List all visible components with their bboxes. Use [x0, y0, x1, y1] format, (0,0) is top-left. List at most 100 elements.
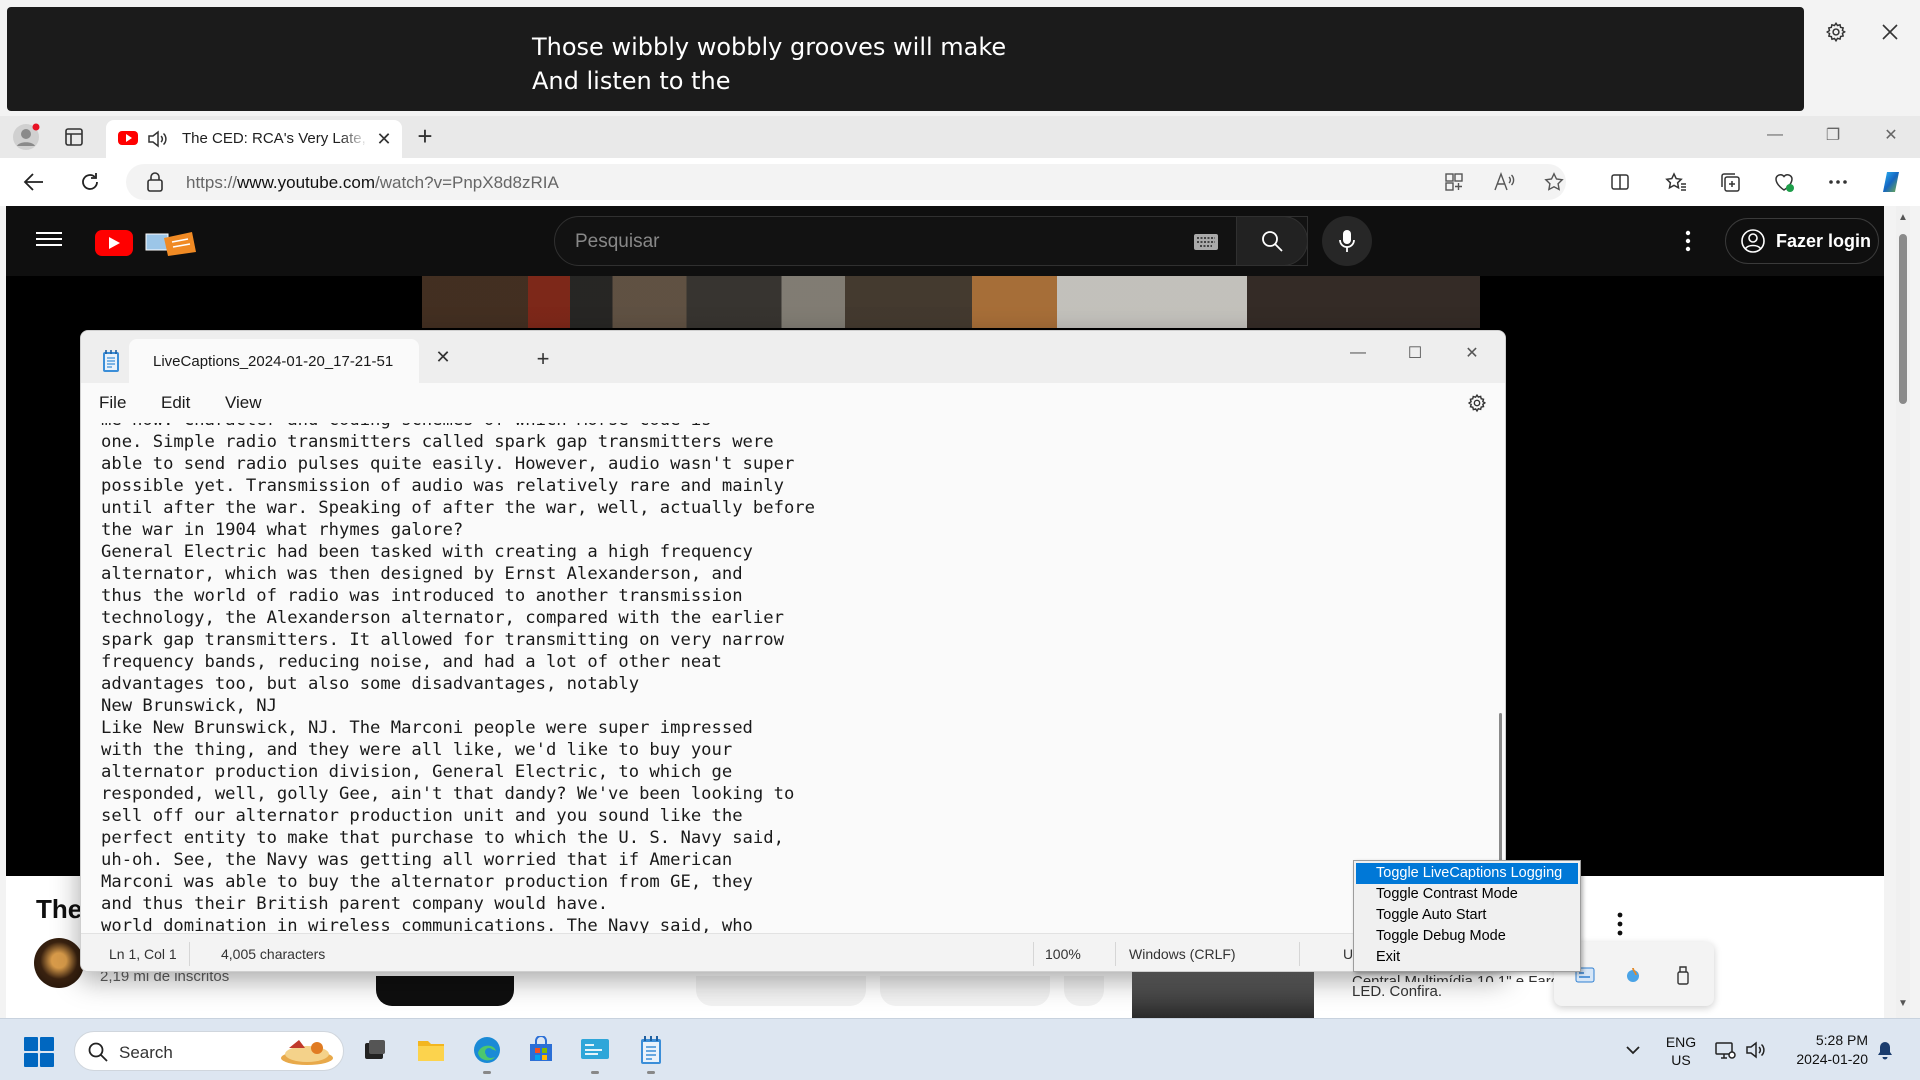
tab-actions-icon[interactable]	[60, 123, 88, 151]
text-line: perfect entity to make that purchase to …	[101, 828, 784, 848]
notepad-tab-title: LiveCaptions_2024-01-20_17-21-51.txt	[153, 353, 393, 370]
copilot-icon[interactable]	[1878, 168, 1906, 196]
system-clock[interactable]: 5:28 PM 2024-01-20	[1778, 1031, 1868, 1069]
text-line: able to send radio pulses quite easily. …	[101, 454, 795, 474]
favorites-icon[interactable]	[1662, 168, 1690, 196]
text-line: frequency bands, reducing noise, and had…	[101, 652, 722, 672]
notepad-tab-close-icon[interactable]: ✕	[433, 347, 453, 367]
app-available-icon[interactable]	[1440, 168, 1468, 196]
text-line: me now. Character and coding schemes of …	[101, 423, 815, 431]
menu-item-toggle-logging[interactable]: Toggle LiveCaptions Logging	[1356, 863, 1578, 884]
menu-view[interactable]: View	[225, 393, 262, 413]
hamburger-menu-icon[interactable]	[36, 228, 62, 250]
notepad-text-content: me now. Character and coding schemes of …	[101, 423, 815, 933]
notepad-close-icon[interactable]: ✕	[1449, 335, 1495, 371]
youtube-settings-kebab-icon[interactable]	[1684, 230, 1694, 254]
scroll-down-arrow-icon[interactable]: ▼	[1898, 998, 1908, 1009]
status-zoom: 100%	[1045, 946, 1081, 962]
status-separator	[1299, 942, 1300, 966]
voice-search-mic-icon[interactable]	[1322, 216, 1372, 266]
livecaptions-app-icon[interactable]	[578, 1033, 612, 1067]
notepad-minimize-icon[interactable]: —	[1335, 335, 1381, 371]
volume-speaker-icon[interactable]	[1744, 1039, 1766, 1061]
show-hidden-icons-chevron-icon[interactable]	[1620, 1037, 1646, 1063]
browser-close-icon[interactable]: ✕	[1868, 120, 1914, 150]
like-button[interactable]	[696, 976, 866, 1006]
share-button[interactable]	[880, 976, 1050, 1006]
clock-time: 5:28 PM	[1815, 1032, 1868, 1048]
text-line: alternator, which was then designed by E…	[101, 564, 743, 584]
browser-tab-active[interactable]: The CED: RCA's Very Late, Very Weird Vid…	[106, 120, 402, 158]
network-icon[interactable]	[1714, 1039, 1736, 1061]
taskbar-search-box[interactable]: Search	[74, 1031, 344, 1071]
browser-restore-icon[interactable]: ❐	[1810, 120, 1856, 150]
collections-icon[interactable]	[1716, 168, 1744, 196]
file-explorer-icon[interactable]	[414, 1033, 448, 1067]
menu-item-exit[interactable]: Exit	[1356, 947, 1578, 968]
split-screen-icon[interactable]	[1606, 168, 1634, 196]
browser-essentials-icon[interactable]	[1770, 168, 1798, 196]
recommendation-thumbnail[interactable]	[1132, 970, 1314, 1018]
usb-device-icon[interactable]	[1672, 964, 1694, 986]
back-arrow-icon[interactable]	[20, 168, 48, 196]
scrollbar-thumb[interactable]	[1899, 234, 1907, 404]
menu-item-toggle-autostart[interactable]: Toggle Auto Start	[1356, 905, 1578, 926]
url-text[interactable]: https://www.youtube.com/watch?v=PnpX8d8z…	[186, 173, 559, 193]
text-line: world domination in wireless communicati…	[101, 916, 753, 933]
recommendation-text[interactable]: Central Multimídia 10,1" e Farol LED. Co…	[1352, 973, 1562, 1002]
search-icon	[87, 1041, 109, 1063]
sign-in-button[interactable]: Fazer login	[1725, 218, 1879, 264]
notepad-taskbar-icon[interactable]	[634, 1033, 668, 1067]
more-options-icon[interactable]	[1824, 168, 1852, 196]
subscribe-button[interactable]	[376, 976, 514, 1006]
notepad-settings-gear-icon[interactable]	[1465, 391, 1489, 415]
text-line: thus the world of radio was introduced t…	[101, 586, 743, 606]
app-tray-icon[interactable]	[1622, 964, 1644, 986]
captions-settings-gear-icon[interactable]	[1822, 18, 1850, 46]
refresh-icon[interactable]	[76, 168, 104, 196]
text-line: sell off our alternator production unit …	[101, 806, 743, 826]
notification-bell-icon[interactable]	[1876, 1041, 1896, 1063]
channel-avatar[interactable]	[34, 938, 84, 988]
menu-edit[interactable]: Edit	[161, 393, 190, 413]
youtube-logo-icon[interactable]	[95, 230, 133, 256]
profile-avatar-icon[interactable]	[12, 123, 42, 151]
windows-start-icon[interactable]	[24, 1037, 54, 1067]
address-bar[interactable]: https://www.youtube.com/watch?v=PnpX8d8z…	[126, 164, 1566, 200]
recommendation-more-icon[interactable]	[1616, 912, 1624, 938]
notepad-maximize-icon[interactable]: ☐	[1392, 335, 1438, 371]
notepad-scrollbar[interactable]	[1495, 423, 1505, 933]
captions-close-icon[interactable]	[1876, 18, 1904, 46]
more-actions-button[interactable]	[1064, 976, 1104, 1006]
youtube-search-input[interactable]: Pesquisar	[575, 231, 660, 253]
notepad-tab-active[interactable]: LiveCaptions_2024-01-20_17-21-51.txt	[129, 339, 419, 383]
youtube-search-box[interactable]: Pesquisar	[554, 216, 1308, 266]
read-aloud-icon[interactable]	[1490, 168, 1518, 196]
new-tab-plus-icon[interactable]: +	[410, 121, 440, 151]
lock-icon[interactable]	[146, 172, 166, 192]
youtube-doodle-icon[interactable]	[142, 228, 198, 258]
favorite-star-icon[interactable]	[1540, 168, 1568, 196]
keyboard-icon[interactable]	[1193, 233, 1219, 251]
captions-panel: Those wibbly wobbly grooves will make An…	[7, 7, 1804, 111]
tab-close-icon[interactable]: ✕	[374, 129, 394, 149]
notepad-titlebar[interactable]: LiveCaptions_2024-01-20_17-21-51.txt ✕ +…	[81, 331, 1505, 383]
status-separator	[1033, 942, 1034, 966]
tab-audio-playing-icon[interactable]	[146, 128, 168, 150]
task-view-icon[interactable]	[358, 1033, 392, 1067]
browser-minimize-icon[interactable]: —	[1752, 120, 1798, 150]
edge-browser-icon[interactable]	[470, 1033, 504, 1067]
scroll-up-arrow-icon[interactable]: ▲	[1898, 212, 1908, 223]
input-language-indicator[interactable]: ENG US	[1664, 1033, 1698, 1069]
microsoft-store-icon[interactable]	[524, 1033, 558, 1067]
youtube-search-button[interactable]	[1236, 216, 1308, 266]
live-captions-bar: Those wibbly wobbly grooves will make An…	[0, 0, 1920, 116]
notepad-new-tab-plus-icon[interactable]: +	[531, 346, 555, 371]
menu-file[interactable]: File	[99, 393, 126, 413]
notepad-window: LiveCaptions_2024-01-20_17-21-51.txt ✕ +…	[80, 330, 1506, 972]
notepad-text-editor[interactable]: me now. Character and coding schemes of …	[81, 423, 1495, 933]
menu-item-toggle-debug[interactable]: Toggle Debug Mode	[1356, 926, 1578, 947]
page-scrollbar[interactable]: ▲ ▼	[1896, 206, 1910, 1018]
menu-item-toggle-contrast[interactable]: Toggle Contrast Mode	[1356, 884, 1578, 905]
status-separator	[189, 942, 190, 966]
